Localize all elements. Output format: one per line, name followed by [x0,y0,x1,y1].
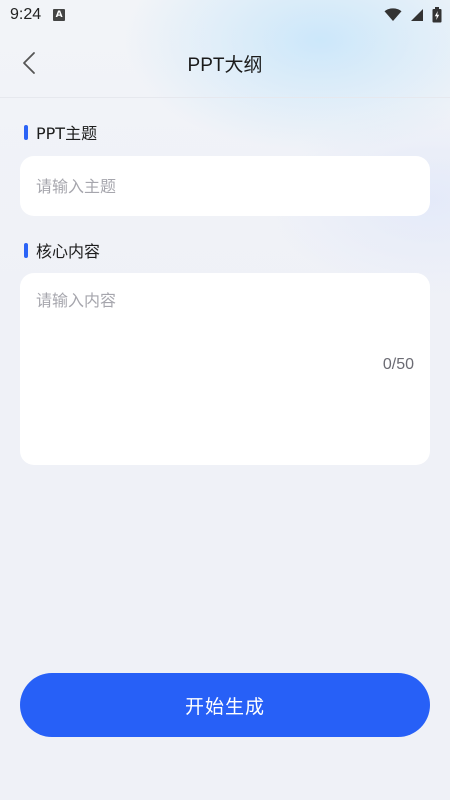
accent-bar [24,124,28,140]
content-textarea[interactable] [36,289,414,359]
status-bar: 9:24 A [0,0,450,30]
chevron-left-icon [23,52,35,74]
topic-label-text: PPT主题 [36,124,98,143]
accent-bar [24,242,28,258]
page-title: PPT大纲 [187,54,263,76]
topic-section-label: PPT主题 [24,120,97,144]
wifi-icon [384,8,402,21]
header-divider [0,97,450,98]
content-card: 0/50 [20,273,430,465]
content-label-text: 核心内容 [36,242,101,261]
a-icon: A [53,9,66,21]
back-button[interactable] [14,48,44,78]
signal-icon [411,9,423,21]
start-generate-button[interactable]: 开始生成 [20,673,430,737]
status-icons [384,7,442,23]
content-section-label: 核心内容 [24,238,100,262]
status-time: 9:24 [10,6,42,23]
app-header: PPT大纲 [0,30,450,96]
battery-charging-icon [432,7,442,23]
topic-input[interactable] [36,176,414,196]
topic-card [20,156,430,216]
char-counter: 0/50 [382,356,414,373]
